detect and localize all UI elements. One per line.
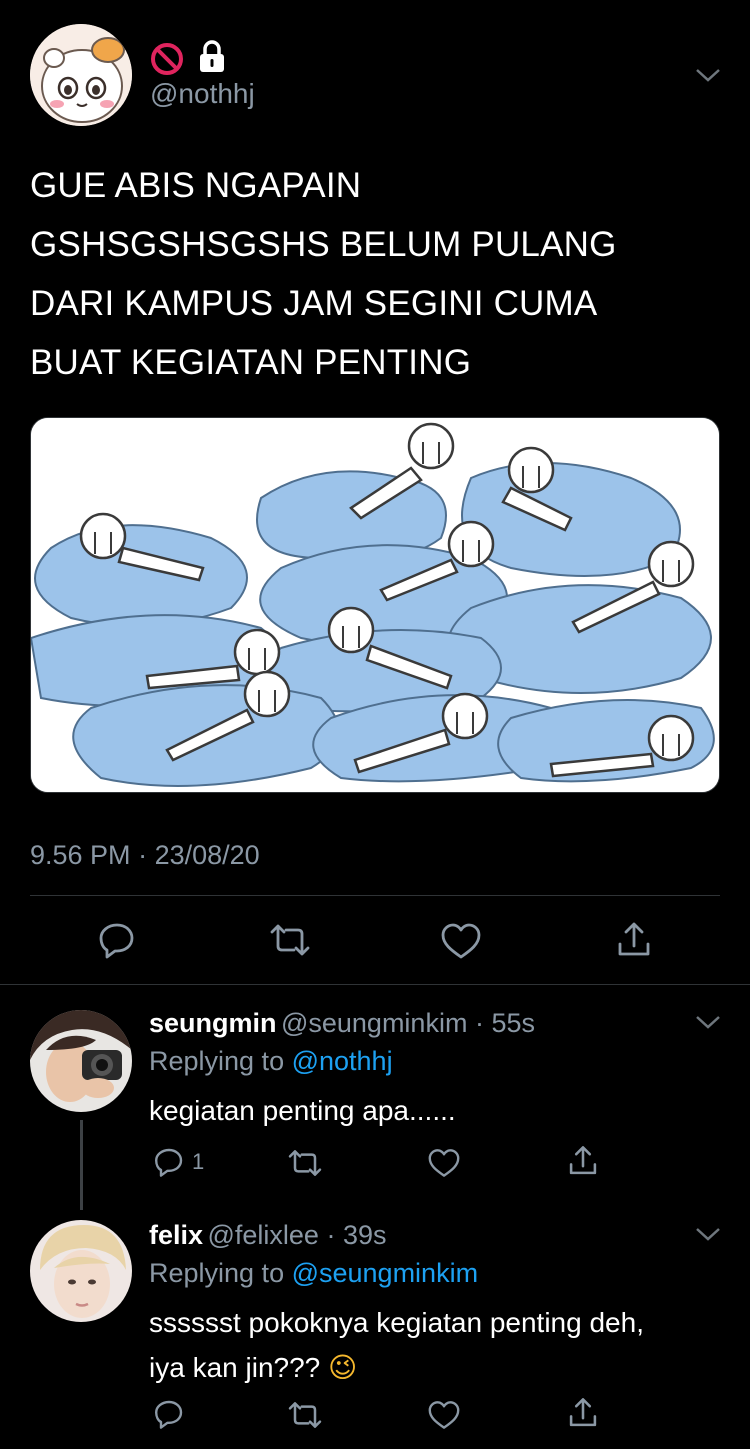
mention-link[interactable]: @nothhj bbox=[292, 1046, 393, 1076]
reply-icon bbox=[155, 1148, 183, 1177]
reply-icon bbox=[99, 923, 134, 959]
reply-dot: · bbox=[318, 1220, 343, 1250]
chevron-down-icon[interactable] bbox=[695, 1013, 721, 1031]
replying-prefix: Replying to bbox=[149, 1046, 292, 1076]
chevron-down-icon[interactable] bbox=[695, 66, 721, 84]
share-icon bbox=[569, 1398, 597, 1427]
retweet-icon bbox=[288, 1402, 322, 1428]
retweet-button[interactable] bbox=[286, 1148, 324, 1178]
reply-text-line: kegiatan penting apa...... bbox=[149, 1095, 456, 1126]
replying-prefix: Replying to bbox=[149, 1258, 292, 1288]
retweet-button[interactable] bbox=[268, 922, 312, 958]
reply-button[interactable] bbox=[152, 1398, 186, 1430]
retweet-icon bbox=[288, 1150, 322, 1176]
main-handle[interactable]: @nothhj bbox=[150, 78, 255, 110]
winking-face-emoji: 😉 bbox=[328, 1351, 358, 1384]
reply-author-name[interactable]: felix bbox=[149, 1220, 203, 1250]
reply-avatar[interactable] bbox=[30, 1220, 132, 1322]
reply-text: sssssst pokoknya kegiatan penting deh, i… bbox=[149, 1300, 719, 1390]
reply-count: 1 bbox=[192, 1149, 205, 1174]
tweet-time: 9.56 PM bbox=[30, 840, 131, 870]
reply-avatar[interactable] bbox=[30, 1010, 132, 1112]
no-entry-icon bbox=[150, 42, 184, 76]
reply-author-handle[interactable]: @felixlee bbox=[207, 1220, 318, 1250]
crying-figures-illustration bbox=[31, 418, 719, 792]
retweet-icon bbox=[270, 924, 310, 956]
like-button[interactable] bbox=[427, 1148, 461, 1178]
chevron-down-icon[interactable] bbox=[695, 1225, 721, 1243]
reply-icon bbox=[155, 1400, 183, 1429]
reply-text-line: iya kan jin??? 😉 bbox=[149, 1345, 719, 1390]
retweet-button[interactable] bbox=[286, 1400, 324, 1430]
reply-text-line: sssssst pokoknya kegiatan penting deh, bbox=[149, 1307, 644, 1338]
tweet-image[interactable] bbox=[30, 417, 720, 793]
lock-icon bbox=[197, 40, 227, 74]
reply-header: seungmin @seungminkim · 55s bbox=[149, 1008, 535, 1039]
reply-text: kegiatan penting apa...... bbox=[149, 1088, 456, 1133]
share-button[interactable] bbox=[566, 1144, 600, 1178]
reply-button[interactable]: 1 bbox=[152, 1146, 204, 1178]
thread-line bbox=[80, 1120, 83, 1210]
like-button[interactable] bbox=[440, 922, 482, 960]
tweet-timestamp: 9.56 PM · 23/08/20 bbox=[30, 840, 260, 871]
like-button[interactable] bbox=[427, 1400, 461, 1430]
share-icon bbox=[618, 922, 650, 956]
tweet-text: GUE ABIS NGAPAIN GSHSGSHSGSHS BELUM PULA… bbox=[30, 156, 720, 392]
tweet-text-line: BUAT KEGIATAN PENTING bbox=[30, 343, 472, 382]
mention-link[interactable]: @seungminkim bbox=[292, 1258, 478, 1288]
reply-header: felix @felixlee · 39s bbox=[149, 1220, 387, 1251]
heart-icon bbox=[428, 1401, 460, 1429]
replying-to: Replying to @seungminkim bbox=[149, 1258, 478, 1289]
reply-text-fragment: iya kan jin??? bbox=[149, 1352, 321, 1383]
share-icon bbox=[569, 1146, 597, 1175]
reply-button[interactable] bbox=[97, 920, 137, 960]
reply-dot: · bbox=[467, 1008, 492, 1038]
tweet-date: 23/08/20 bbox=[154, 840, 260, 870]
share-button[interactable] bbox=[614, 920, 654, 960]
timestamp-separator: · bbox=[130, 840, 155, 870]
main-avatar[interactable] bbox=[30, 24, 132, 126]
tweet-text-line: GSHSGSHSGSHS BELUM PULANG bbox=[30, 225, 617, 264]
tweet-text-line: GUE ABIS NGAPAIN bbox=[30, 166, 362, 205]
replying-to: Replying to @nothhj bbox=[149, 1046, 393, 1077]
reply-time: 55s bbox=[491, 1008, 535, 1038]
heart-icon bbox=[441, 923, 481, 959]
reply-time: 39s bbox=[342, 1220, 387, 1250]
heart-icon bbox=[428, 1149, 460, 1177]
reply-author-handle[interactable]: @seungminkim bbox=[281, 1008, 467, 1038]
divider bbox=[30, 895, 720, 896]
share-button[interactable] bbox=[566, 1396, 600, 1430]
tweet-text-line: DARI KAMPUS JAM SEGINI CUMA bbox=[30, 284, 598, 323]
divider bbox=[0, 984, 750, 985]
reply-author-name[interactable]: seungmin bbox=[149, 1008, 277, 1038]
